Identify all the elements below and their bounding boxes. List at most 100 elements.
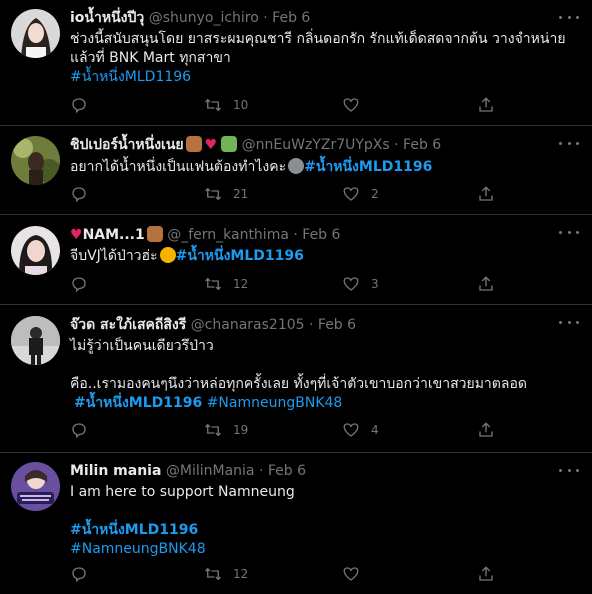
user-handle[interactable]: @shunyo_ichiro [149,10,259,26]
hashtag-link[interactable]: #NamneungBNK48 [207,395,343,411]
like-button[interactable]: 2 [342,185,379,203]
tweet-2[interactable]: ชิปเปอร์น้ำหนึ่งเนย ♥ @nnEuWzYZr7UYpXs · … [0,126,592,215]
retweet-button[interactable]: 12 [204,275,248,293]
display-name[interactable]: ชิปเปอร์น้ำหนึ่งเนย [70,137,184,153]
user-handle[interactable]: @_fern_kanthima [167,227,289,243]
reply-button[interactable] [70,275,88,293]
tweet-header: ioน้ำหนึ่งปีวุ @shunyo_ichiro · Feb 6 [70,9,582,27]
more-options-icon[interactable] [559,10,579,24]
tweet-1[interactable]: ioน้ำหนึ่งปีวุ @shunyo_ichiro · Feb 6 ช่… [0,0,592,126]
tweet-text: จีบVJได้ป่าวฮ่ะ #น้ำหนึ่งMLD1196 [70,247,582,266]
reply-icon [72,187,86,203]
retweet-button[interactable]: 10 [204,96,248,114]
tweet-header: จ๊วด สะใภ้เสคถีสิงรี @chanaras2105 · Feb… [70,316,582,334]
avatar[interactable] [11,226,60,275]
tweet-line: คือ..เรามองคนๆนึงว่าหล่อทุกครั้งเลย ทั้ง… [70,376,527,392]
more-options-icon[interactable] [559,463,579,477]
tweet-date[interactable]: · Feb 6 [394,137,441,153]
retweet-icon [205,423,221,437]
tweet-text: อยากได้น้ำหนึ่งเป็นแฟนต้องทำไงคะ #น้ำหนึ่… [70,158,582,177]
reply-icon [72,98,86,114]
heart-icon [343,187,359,201]
heart-icon [343,98,359,112]
retweet-icon [205,187,221,201]
heart-icon [343,423,359,437]
share-button[interactable] [477,421,495,439]
frog-face-emoji [221,136,238,152]
hashtag-link[interactable]: #น้ำหนึ่งMLD1196 [70,521,582,540]
share-icon [479,422,493,437]
hashtag-link[interactable]: #น้ำหนึ่งMLD1196 [304,159,432,175]
tweet-date[interactable]: · Feb 6 [259,463,306,479]
avatar[interactable] [11,316,60,365]
share-button[interactable] [477,96,495,114]
tweet-5[interactable]: Milin mania @MilinMania · Feb 6 I am her… [0,453,592,594]
tweet-line: ช่วงนี้สนับสนุนโดย ยาสระผมคุณชารี กลิ่นด… [70,31,566,47]
like-button[interactable]: 4 [342,421,379,439]
user-handle[interactable]: @chanaras2105 [191,317,305,333]
share-button[interactable] [477,275,495,293]
reply-button[interactable] [70,421,88,439]
reply-button[interactable] [70,96,88,114]
retweet-button[interactable]: 12 [204,565,248,583]
retweet-count: 12 [233,567,249,581]
more-options-icon[interactable] [559,225,579,239]
tweet-header: ชิปเปอร์น้ำหนึ่งเนย ♥ @nnEuWzYZr7UYpXs · … [70,136,582,154]
reply-button[interactable] [70,185,88,203]
like-button[interactable] [342,565,371,583]
tweet-date[interactable]: · Feb 6 [309,317,356,333]
retweet-icon [205,98,221,112]
reply-button[interactable] [70,565,88,583]
hashtag-link[interactable]: #น้ำหนึ่งMLD1196 [74,395,202,411]
tweet-4[interactable]: จ๊วด สะใภ้เสคถีสิงรี @chanaras2105 · Feb… [0,305,592,453]
retweet-count: 10 [233,98,249,112]
retweet-count: 12 [233,277,249,291]
face-emoji [288,158,305,174]
tweet-line: I am here to support Namneung [70,484,295,500]
tweet-date[interactable]: · Feb 6 [293,227,340,243]
more-options-icon[interactable] [559,136,579,150]
bear-face-emoji [146,226,163,242]
tweet-line: อยากได้น้ำหนึ่งเป็นแฟนต้องทำไงคะ [70,159,287,175]
hashtag-link[interactable]: #น้ำหนึ่งMLD1196 [70,68,582,87]
avatar[interactable] [11,9,60,58]
display-name[interactable]: NAM...1 [83,227,145,243]
more-options-icon[interactable] [559,315,579,329]
tweet-line: แล้วที่ BNK Mart ทุกสาขา [70,50,231,66]
retweet-button[interactable]: 21 [204,185,248,203]
share-icon [479,276,493,291]
like-button[interactable] [342,96,371,114]
tweet-3[interactable]: ♥NAM...1 @_fern_kanthima · Feb 6 จีบVJได… [0,215,592,305]
bear-face-emoji [185,136,202,152]
avatar[interactable] [11,136,60,185]
retweet-icon [205,277,221,291]
hashtag-link[interactable]: #น้ำหนึ่งMLD1196 [176,248,304,264]
tweet-text: ไม่รู้ว่าเป็นคนเดียวรึป่าว คือ..เรามองคน… [70,337,582,413]
face-emoji [159,247,176,263]
display-name[interactable]: ioน้ำหนึ่งปีวุ [70,10,144,26]
like-count: 3 [371,277,379,291]
red-heart-emoji: ♥ [70,227,83,243]
display-name[interactable]: Milin mania [70,463,161,479]
like-count: 2 [371,187,379,201]
tweet-text: I am here to support Namneung #น้ำหนึ่งM… [70,483,582,559]
user-handle[interactable]: @nnEuWzYZr7UYpXs [242,137,390,153]
user-handle[interactable]: @MilinMania [166,463,255,479]
like-button[interactable]: 3 [342,275,379,293]
share-icon [479,566,493,581]
heart-icon [343,277,359,291]
retweet-count: 21 [233,187,249,201]
red-heart-emoji: ♥ [204,137,218,153]
tweet-header: Milin mania @MilinMania · Feb 6 [70,462,582,480]
share-button[interactable] [477,565,495,583]
reply-icon [72,423,86,439]
retweet-button[interactable]: 19 [204,421,248,439]
like-count: 4 [371,423,379,437]
tweet-header: ♥NAM...1 @_fern_kanthima · Feb 6 [70,226,582,244]
display-name[interactable]: จ๊วด สะใภ้เสคถีสิงรี [70,317,186,333]
tweet-text: ช่วงนี้สนับสนุนโดย ยาสระผมคุณชารี กลิ่นด… [70,30,582,87]
hashtag-link[interactable]: #NamneungBNK48 [70,540,582,559]
avatar[interactable] [11,462,60,511]
share-button[interactable] [477,185,495,203]
tweet-date[interactable]: · Feb 6 [263,10,310,26]
